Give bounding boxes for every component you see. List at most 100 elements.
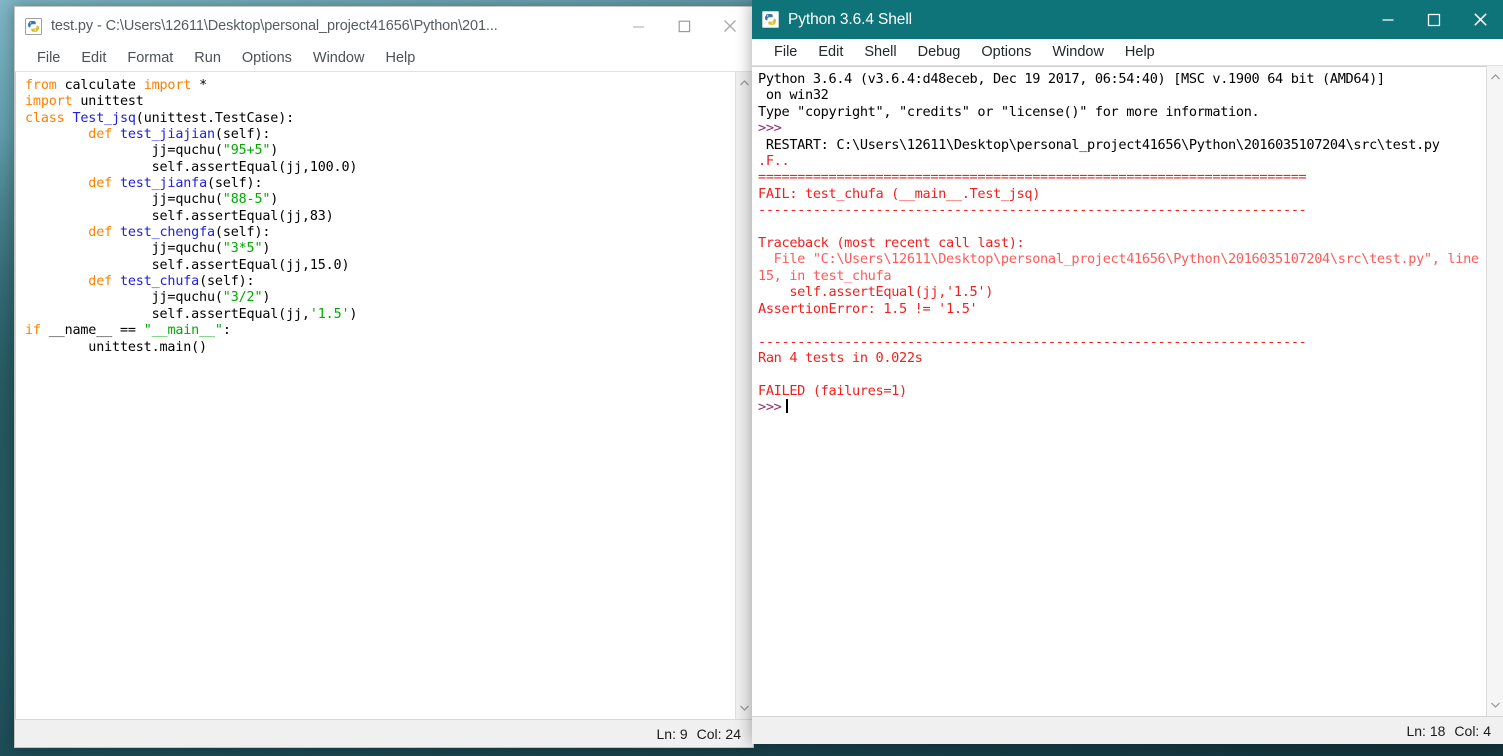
code-token: def <box>88 225 120 241</box>
code-editor[interactable]: from calculate import * import unittest … <box>16 72 735 719</box>
code-token: def <box>88 127 120 143</box>
code-token: "3*5" <box>222 241 263 257</box>
code-token: Python 3.6.4 (v3.6.4:d48eceb, Dec 19 201… <box>758 71 1385 87</box>
code-token: FAILED (failures=1) <box>758 382 907 399</box>
shell-output[interactable]: Python 3.6.4 (v3.6.4:d48eceb, Dec 19 201… <box>758 71 1486 416</box>
code-token: ) <box>349 306 358 322</box>
code-token: test_jiajian <box>119 127 215 143</box>
code-token: "95+5" <box>222 143 271 159</box>
menu-item-format[interactable]: Format <box>117 45 184 72</box>
maximize-icon <box>1427 13 1441 26</box>
shell-console[interactable]: Python 3.6.4 (v3.6.4:d48eceb, Dec 19 201… <box>752 66 1486 716</box>
shell-scroll-track[interactable] <box>1487 85 1503 697</box>
shell-vertical-scrollbar[interactable] <box>1486 66 1503 716</box>
shell-window[interactable]: Python 3.6.4 Shell File Edit Shell Debug… <box>752 0 1503 744</box>
editor-titlebar[interactable]: test.py - C:\Users\12611\Desktop\persona… <box>15 7 753 45</box>
code-token: jj=quchu( <box>25 290 223 306</box>
editor-line-indicator: Ln: 9 <box>656 725 688 742</box>
code-token: jj=quchu( <box>25 241 223 257</box>
maximize-button[interactable] <box>1411 0 1457 39</box>
scroll-up-icon[interactable] <box>736 75 753 91</box>
shell-column-indicator: Col: 4 <box>1454 722 1491 739</box>
code-token: (self): <box>199 274 255 290</box>
code-token: test_chufa <box>119 274 200 290</box>
code-token: FAIL: test_chufa (__main__.Test_jsq) <box>758 185 1041 202</box>
minimize-button[interactable] <box>1365 0 1411 39</box>
menu-item-edit[interactable]: Edit <box>808 39 854 66</box>
code-token: Ran 4 tests in 0.022s <box>758 349 923 366</box>
python-app-icon <box>762 11 779 28</box>
menu-item-options[interactable]: Options <box>971 39 1042 66</box>
shell-window-controls <box>1365 0 1503 39</box>
menu-item-file[interactable]: File <box>27 45 71 72</box>
code-token: "3/2" <box>222 290 263 306</box>
code-token: ----------------------------------------… <box>758 333 1307 350</box>
code-token: (self): <box>214 225 271 241</box>
text-cursor <box>785 399 788 414</box>
menu-item-file[interactable]: File <box>764 39 808 66</box>
code-token: test_chengfa <box>119 225 215 241</box>
code-token: RESTART: C:\Users\12611\Desktop\personal… <box>758 136 1440 153</box>
menu-item-window[interactable]: Window <box>303 45 376 72</box>
editor-statusbar: Ln: 9 Col: 24 <box>15 719 753 747</box>
editor-window[interactable]: test.py - C:\Users\12611\Desktop\persona… <box>14 6 754 748</box>
menu-item-debug[interactable]: Debug <box>908 39 972 66</box>
code-token: ) <box>262 241 271 257</box>
shell-text-region: Python 3.6.4 (v3.6.4:d48eceb, Dec 19 201… <box>752 66 1503 716</box>
editor-scroll-track[interactable] <box>736 91 752 700</box>
code-token: def <box>88 274 120 290</box>
code-token: self.assertEqual(jj,15.0) <box>25 257 350 273</box>
code-token: self.assertEqual(jj, <box>25 306 310 322</box>
code-token: calculate <box>64 78 144 93</box>
menu-item-edit[interactable]: Edit <box>71 45 117 72</box>
code-token: ) <box>270 143 279 159</box>
scroll-down-icon[interactable] <box>1487 697 1503 713</box>
menu-item-shell[interactable]: Shell <box>854 39 907 66</box>
code-token: unittest.main() <box>25 339 207 355</box>
code-token: : <box>222 323 231 339</box>
menu-item-help[interactable]: Help <box>375 45 426 72</box>
scroll-up-icon[interactable] <box>1487 69 1503 85</box>
code-token: '1.5' <box>309 306 350 322</box>
code-token: * <box>199 78 207 93</box>
code-token: ) <box>270 192 279 208</box>
editor-vertical-scrollbar[interactable] <box>735 72 752 719</box>
source-code[interactable]: from calculate import * import unittest … <box>25 78 735 356</box>
code-token: __name__ == <box>48 323 144 339</box>
menu-item-options[interactable]: Options <box>232 45 303 72</box>
code-token: >>> <box>758 120 782 137</box>
code-token: self.assertEqual(jj,83) <box>25 208 334 224</box>
scroll-down-icon[interactable] <box>736 700 753 716</box>
close-button[interactable] <box>1457 0 1503 39</box>
code-token: self.assertEqual(jj,100.0) <box>25 159 358 175</box>
code-token: def <box>88 176 120 192</box>
shell-menubar: File Edit Shell Debug Options Window Hel… <box>752 39 1503 66</box>
code-token: "__main__" <box>143 323 223 339</box>
code-token: "88-5" <box>222 192 271 208</box>
python-file-icon <box>25 17 42 35</box>
minimize-button[interactable] <box>615 7 661 45</box>
menu-item-run[interactable]: Run <box>184 45 232 72</box>
close-button[interactable] <box>707 7 753 45</box>
maximize-button[interactable] <box>661 7 707 45</box>
code-token: ----------------------------------------… <box>758 202 1307 219</box>
code-token: .F.. <box>758 153 790 170</box>
code-token: File "C:\Users\12611\Desktop\personal_pr… <box>758 251 1486 284</box>
editor-title-text: test.py - C:\Users\12611\Desktop\persona… <box>51 18 498 34</box>
code-token: from <box>25 78 65 93</box>
code-token: test_jianfa <box>119 176 207 192</box>
code-token: Type "copyright", "credits" or "license(… <box>758 103 1260 120</box>
code-token: jj=quchu( <box>25 192 223 208</box>
code-token: jj=quchu( <box>25 143 223 159</box>
menu-item-help[interactable]: Help <box>1115 39 1166 66</box>
menu-item-window[interactable]: Window <box>1042 39 1115 66</box>
shell-line-indicator: Ln: 18 <box>1406 722 1446 739</box>
editor-window-controls <box>615 7 753 45</box>
shell-titlebar[interactable]: Python 3.6.4 Shell <box>752 0 1503 39</box>
code-token: (self): <box>206 176 263 192</box>
code-token: self.assertEqual(jj,'1.5') <box>758 284 994 301</box>
code-token: Traceback (most recent call last): <box>758 235 1025 252</box>
code-token: ========================================… <box>758 169 1307 186</box>
